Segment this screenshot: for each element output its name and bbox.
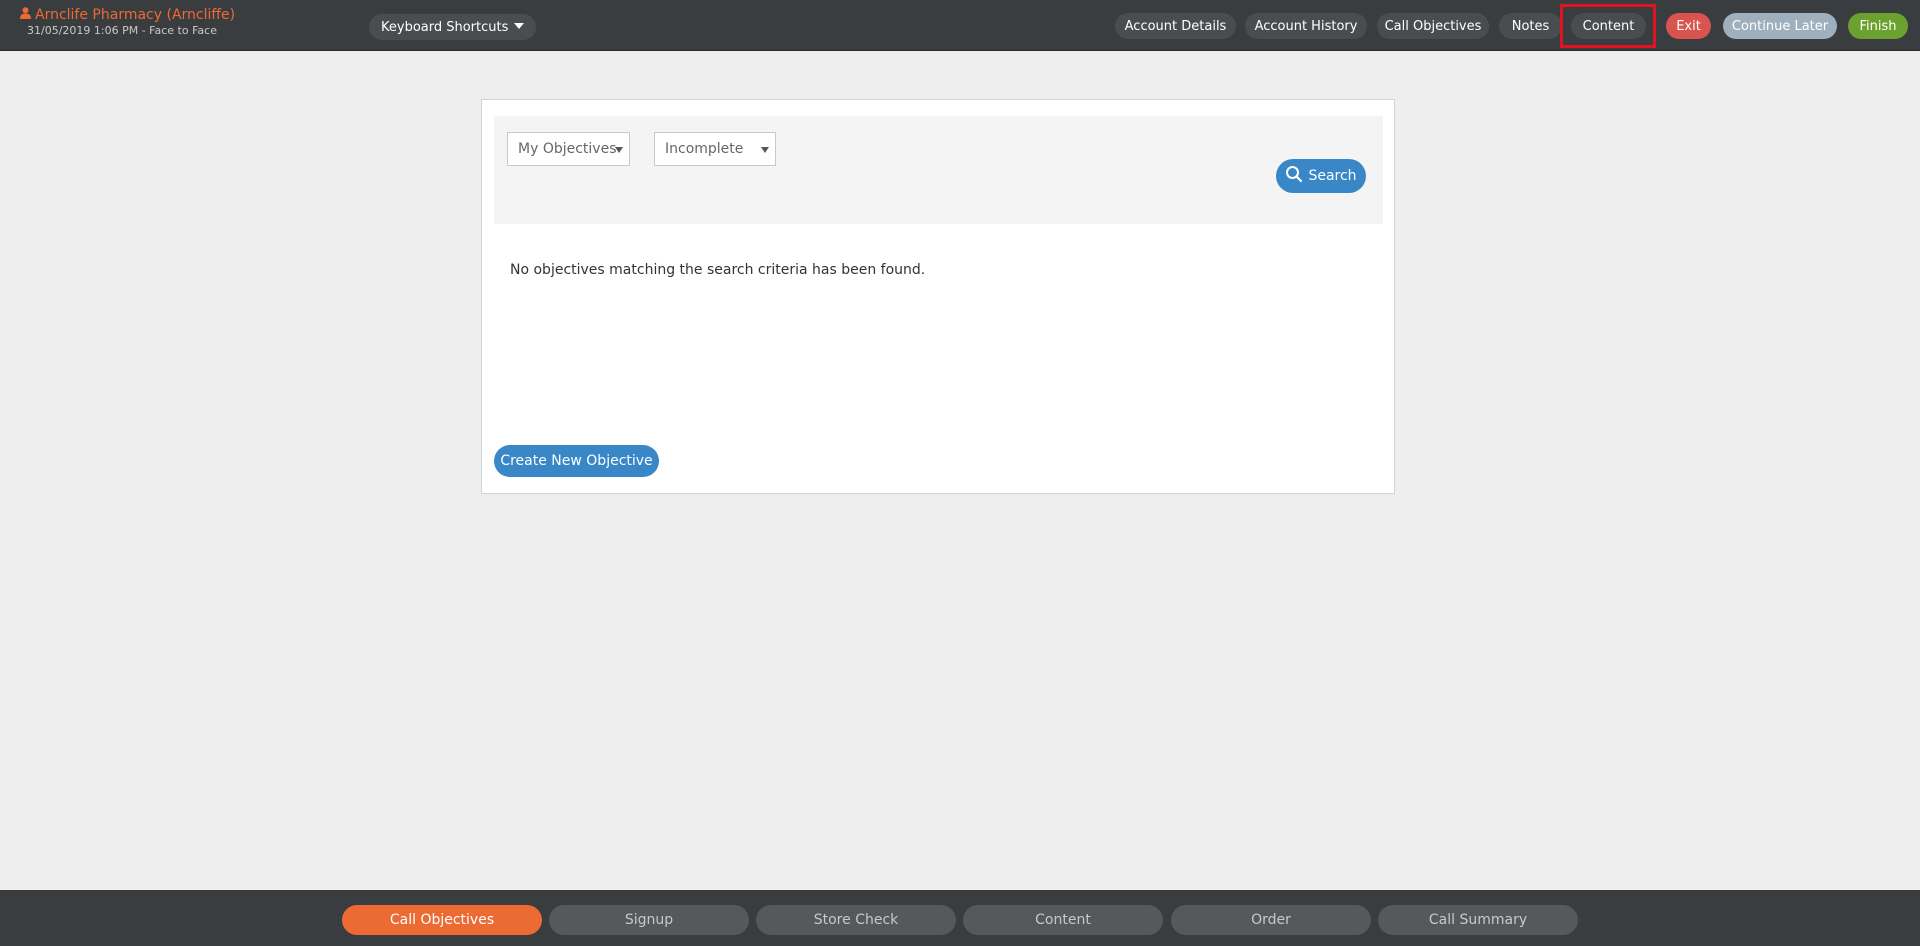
bottom-step-bar: Call Objectives Signup Store Check Conte…: [0, 890, 1920, 946]
account-info: Arnclife Pharmacy (Arncliffe) 31/05/2019…: [20, 7, 235, 38]
step-store-check[interactable]: Store Check: [756, 905, 956, 935]
status-select[interactable]: Incomplete: [654, 132, 776, 166]
select-arrow-icon: [761, 147, 769, 153]
content-button[interactable]: Content: [1571, 13, 1646, 39]
keyboard-shortcuts-label: Keyboard Shortcuts: [381, 19, 509, 35]
account-details-button[interactable]: Account Details: [1115, 13, 1236, 39]
owner-select-value: My Objectives: [518, 141, 617, 157]
call-objectives-button[interactable]: Call Objectives: [1377, 13, 1489, 39]
owner-select[interactable]: My Objectives: [507, 132, 630, 166]
top-bar: Arnclife Pharmacy (Arncliffe) 31/05/2019…: [0, 0, 1920, 51]
caret-down-icon: [514, 22, 525, 29]
continue-later-button[interactable]: Continue Later: [1723, 13, 1837, 39]
objectives-panel: My Objectives Incomplete Search No objec…: [481, 99, 1395, 494]
select-arrow-icon: [615, 147, 623, 153]
search-button[interactable]: Search: [1276, 159, 1366, 193]
account-name: Arnclife Pharmacy (Arncliffe): [35, 7, 236, 23]
account-name-row[interactable]: Arnclife Pharmacy (Arncliffe): [20, 7, 235, 24]
step-call-summary[interactable]: Call Summary: [1378, 905, 1578, 935]
finish-button[interactable]: Finish: [1848, 13, 1908, 39]
create-new-objective-button[interactable]: Create New Objective: [494, 445, 659, 477]
search-label: Search: [1308, 168, 1357, 184]
step-content[interactable]: Content: [963, 905, 1163, 935]
status-select-value: Incomplete: [665, 141, 744, 157]
step-signup[interactable]: Signup: [549, 905, 749, 935]
step-call-objectives[interactable]: Call Objectives: [342, 905, 542, 935]
notes-button[interactable]: Notes: [1499, 13, 1562, 39]
step-order[interactable]: Order: [1171, 905, 1371, 935]
account-history-button[interactable]: Account History: [1245, 13, 1367, 39]
keyboard-shortcuts-dropdown[interactable]: Keyboard Shortcuts: [369, 14, 537, 40]
filter-area: My Objectives Incomplete Search: [494, 116, 1383, 224]
exit-button[interactable]: Exit: [1666, 13, 1711, 39]
empty-results-message: No objectives matching the search criter…: [510, 262, 926, 278]
search-icon: [1285, 165, 1303, 187]
call-datetime: 31/05/2019 1:06 PM - Face to Face: [27, 24, 217, 37]
user-icon: [20, 7, 31, 24]
